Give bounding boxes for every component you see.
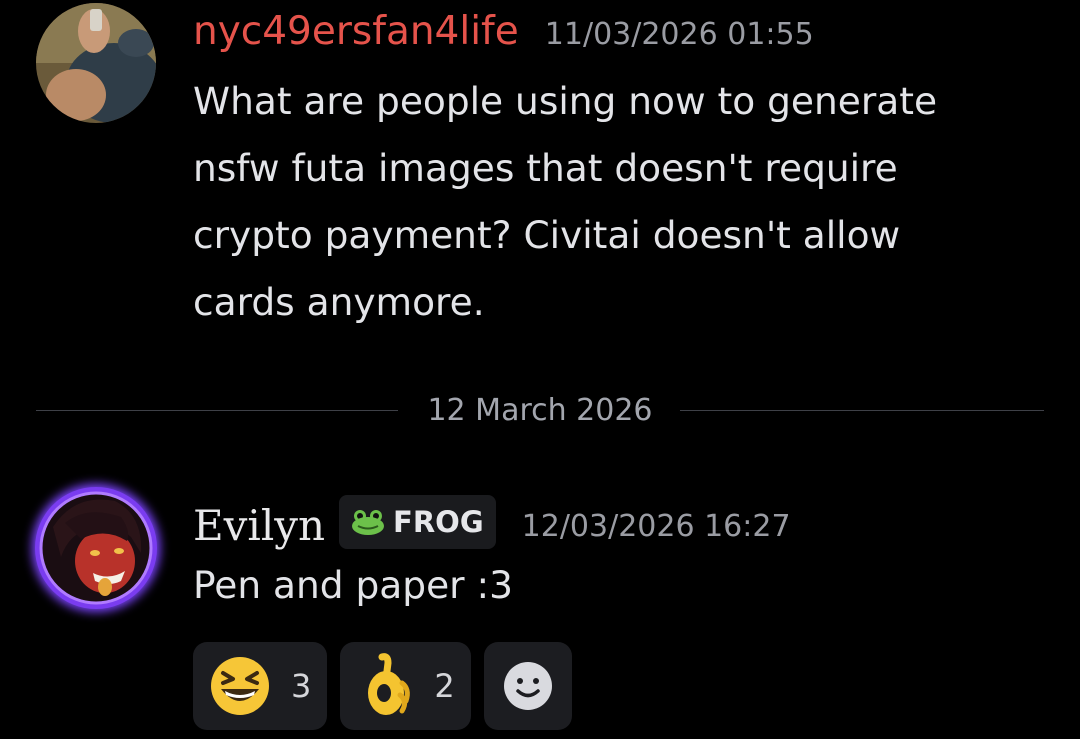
avatar[interactable]	[36, 3, 156, 123]
frog-icon	[352, 510, 385, 535]
grinning-squinting-face-icon	[211, 657, 269, 715]
username[interactable]: Evilyn	[193, 505, 325, 547]
reaction-count: 2	[434, 667, 455, 705]
reaction-count: 3	[291, 667, 312, 705]
ok-hand-icon	[368, 653, 411, 715]
message-line: cards anymore.	[193, 280, 485, 324]
divider-date: 12 March 2026	[427, 393, 653, 428]
message-line: What are people using now to generate	[193, 79, 938, 123]
reaction-ok-hand[interactable]: 2	[340, 642, 471, 730]
message-content: What are people using now to generate ns…	[193, 68, 937, 336]
reaction-laughing[interactable]: 3	[193, 642, 328, 730]
add-reaction-icon	[503, 662, 552, 710]
timestamp: 11/03/2026 01:55	[544, 17, 814, 52]
reactions-bar: 3 2	[193, 642, 572, 730]
guild-tag[interactable]: FROG	[339, 495, 496, 549]
date-divider: 12 March 2026	[36, 391, 1044, 431]
timestamp: 12/03/2026 16:27	[521, 508, 791, 544]
username[interactable]: nyc49ersfan4life	[193, 12, 519, 51]
message-line: nsfw futa images that doesn't require	[193, 146, 898, 190]
message-content: Pen and paper :3	[193, 563, 513, 607]
add-reaction-button[interactable]	[483, 642, 572, 730]
avatar[interactable]	[35, 487, 157, 609]
message-line: crypto payment? Civitai doesn't allow	[193, 213, 901, 257]
guild-tag-label: FROG	[393, 505, 484, 539]
